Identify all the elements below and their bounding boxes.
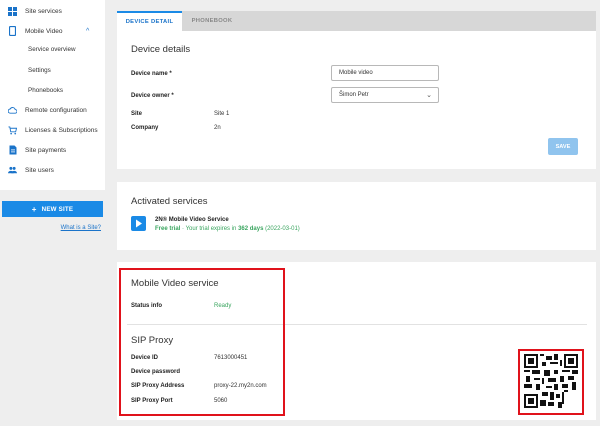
device-name-label: Device name * bbox=[131, 71, 172, 77]
device-details-title: Device details bbox=[131, 44, 191, 55]
trial-days: 362 days bbox=[238, 226, 264, 232]
chevron-down-icon: ⌄ bbox=[426, 92, 432, 99]
sidebar-item-label: Site services bbox=[25, 7, 62, 15]
sidebar-item-phonebooks[interactable]: Phonebooks bbox=[28, 87, 63, 94]
sidebar-item-service-overview[interactable]: Service overview bbox=[28, 46, 76, 53]
sidebar-item-settings[interactable]: Settings bbox=[28, 67, 51, 74]
new-site-button[interactable]: + NEW SITE bbox=[2, 201, 103, 217]
tab-bar: DEVICE DETAIL PHONEBOOK bbox=[117, 11, 596, 31]
plus-icon: + bbox=[31, 204, 37, 214]
sidebar-item-label: Site users bbox=[25, 166, 54, 174]
device-details-card: Device details Device name * Mobile vide… bbox=[117, 31, 596, 169]
new-site-label: NEW SITE bbox=[41, 205, 74, 213]
sidebar-item-site-users[interactable]: Site users bbox=[0, 161, 105, 179]
grid-icon bbox=[8, 6, 17, 16]
highlight-box-qr bbox=[518, 349, 584, 415]
users-icon bbox=[8, 166, 17, 175]
chevron-up-icon[interactable]: ^ bbox=[86, 28, 89, 35]
trial-date: (2022-03-01) bbox=[263, 226, 300, 232]
sidebar-item-label: Licenses & Subscriptions bbox=[25, 126, 98, 134]
sidebar-nav: Site services Mobile Video ^ Service ove… bbox=[0, 0, 105, 190]
document-icon bbox=[8, 145, 17, 155]
sidebar-item-label: Remote configuration bbox=[25, 106, 87, 114]
sidebar-item-label: Mobile Video bbox=[25, 27, 63, 35]
device-owner-select[interactable]: Šimon Petr ⌄ bbox=[331, 87, 439, 103]
trial-prefix: Free trial bbox=[155, 226, 181, 232]
company-value: 2n bbox=[214, 125, 221, 131]
sidebar-item-site-payments[interactable]: Site payments bbox=[0, 141, 105, 159]
sidebar-item-licenses[interactable]: Licenses & Subscriptions bbox=[0, 121, 105, 139]
sidebar-item-label: Site payments bbox=[25, 146, 67, 154]
activated-services-title: Activated services bbox=[131, 196, 208, 207]
company-label: Company bbox=[131, 125, 159, 131]
service-name: 2N® Mobile Video Service bbox=[155, 217, 229, 223]
site-value: Site 1 bbox=[214, 111, 230, 117]
site-label: Site bbox=[131, 111, 143, 117]
device-owner-value: Šimon Petr bbox=[339, 92, 369, 98]
sidebar-item-site-services[interactable]: Site services bbox=[0, 2, 105, 20]
save-button[interactable]: SAVE bbox=[548, 138, 578, 155]
trial-info: Free trial · Your trial expires in 362 d… bbox=[155, 226, 300, 232]
highlight-box-service bbox=[119, 268, 285, 416]
device-name-input[interactable]: Mobile video bbox=[331, 65, 439, 81]
tab-device-detail[interactable]: DEVICE DETAIL bbox=[117, 11, 182, 31]
play-icon bbox=[131, 216, 146, 231]
cloud-icon bbox=[8, 106, 17, 115]
what-is-site-link[interactable]: What is a Site? bbox=[61, 225, 101, 231]
phone-icon bbox=[8, 26, 17, 36]
sidebar-item-remote-configuration[interactable]: Remote configuration bbox=[0, 101, 105, 119]
activated-services-card: Activated services 2N® Mobile Video Serv… bbox=[117, 182, 596, 250]
trial-middle: · Your trial expires in bbox=[180, 226, 239, 232]
sidebar: Site services Mobile Video ^ Service ove… bbox=[0, 0, 105, 426]
sidebar-item-mobile-video[interactable]: Mobile Video ^ bbox=[0, 22, 105, 40]
cart-icon bbox=[8, 125, 17, 135]
device-owner-label: Device owner * bbox=[131, 93, 174, 99]
tab-phonebook[interactable]: PHONEBOOK bbox=[182, 11, 242, 31]
